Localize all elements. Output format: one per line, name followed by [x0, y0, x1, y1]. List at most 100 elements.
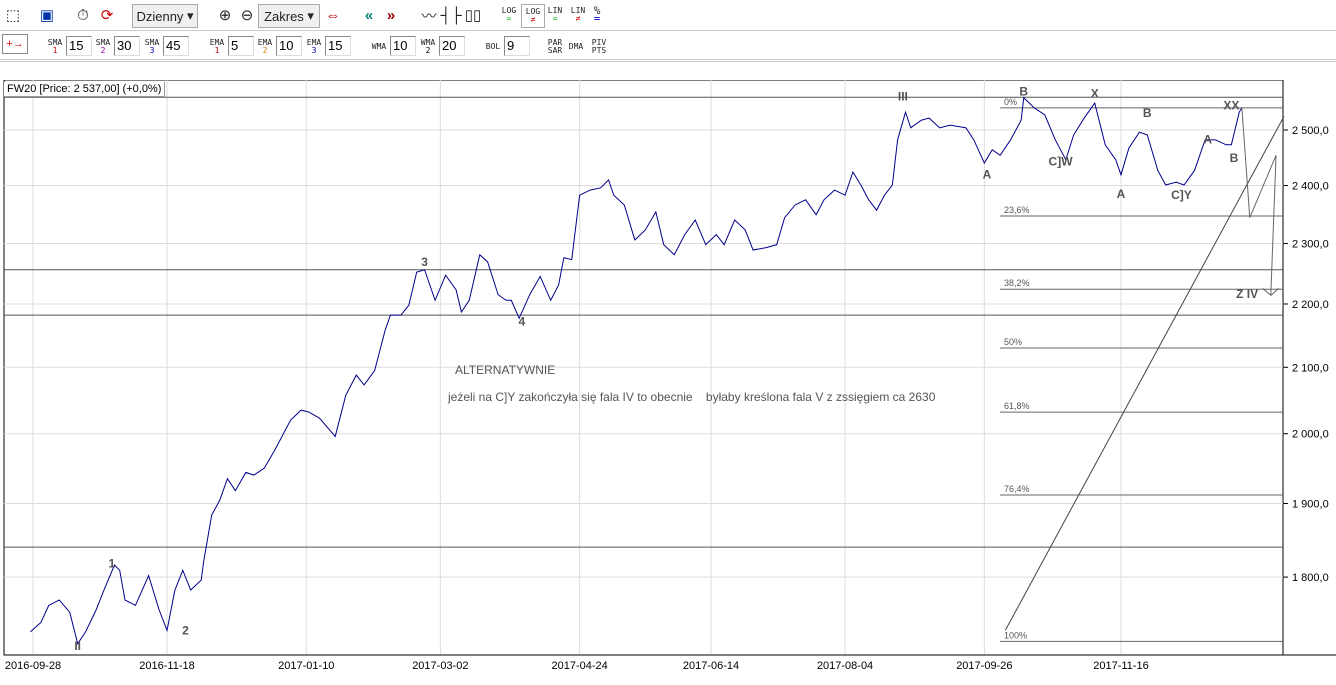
indicator-sub: 3 — [149, 46, 155, 55]
indicator-period-input[interactable]: 5 — [228, 36, 254, 56]
indicator-sub: 2 — [100, 46, 106, 55]
indicator-sma-button[interactable]: SMA 1 — [45, 36, 65, 58]
indicator-label: BOL — [485, 42, 501, 51]
range-dropdown[interactable]: Zakres ▾ — [258, 4, 320, 28]
x-tick-label: 2016-11-18 — [139, 660, 194, 672]
y-tick-label: 2 300,0 — [1292, 238, 1329, 250]
indicator-sma-button[interactable]: SMA 2 — [93, 36, 113, 58]
indicator-toolbar: +→ — [0, 31, 1336, 62]
wave-label: A — [983, 167, 992, 181]
ohlc-chart-icon[interactable]: ┤├ — [440, 4, 462, 26]
indicator-ema-button[interactable]: EMA 3 — [304, 36, 324, 58]
indicator-sub: 3 — [311, 46, 317, 55]
candlestick-chart-icon[interactable]: ▯▯ — [462, 4, 484, 26]
scroll-right-icon[interactable]: » — [380, 4, 402, 26]
wave-label: B — [1019, 84, 1028, 98]
fibonacci-level-label: 61,8% — [1004, 401, 1030, 411]
indicator-period-input[interactable]: 10 — [276, 36, 302, 56]
wave-label: III — [898, 90, 908, 104]
scroll-left-icon[interactable]: « — [358, 4, 380, 26]
x-tick-label: 2016-09-28 — [5, 660, 61, 672]
indicator-period-input[interactable]: 15 — [325, 36, 351, 56]
indicator-period-input[interactable]: 15 — [66, 36, 92, 56]
pivot-label: PTS — [591, 46, 607, 55]
wave-label: X — [1091, 86, 1099, 100]
period-value: Dzienny — [136, 8, 184, 24]
indicator-sub: 1 — [214, 46, 220, 55]
zoom-out-icon[interactable]: ⊖ — [236, 4, 258, 26]
indicator-ema-button[interactable]: EMA 1 — [207, 36, 227, 58]
pivot-points-button[interactable]: PIV PTS — [589, 36, 609, 58]
line-chart-icon[interactable]: 〰 — [418, 4, 440, 26]
wave-label: 3 — [421, 255, 428, 269]
x-tick-label: 2017-09-26 — [956, 660, 1012, 672]
y-tick-label: 2 100,0 — [1292, 362, 1329, 374]
add-indicator-icon[interactable]: +→ — [2, 34, 28, 54]
zoom-in-icon[interactable]: ⊕ — [214, 4, 236, 26]
fibonacci-level-label: 100% — [1004, 630, 1027, 640]
indicator-sub: 2 — [262, 46, 268, 55]
log-notequal-button[interactable]: LOG ≠ — [521, 4, 545, 28]
indicator-period-input[interactable]: 10 — [390, 36, 416, 56]
fibonacci-level-label: 0% — [1004, 97, 1017, 107]
new-window-icon[interactable]: ▣ — [36, 4, 58, 26]
x-tick-label: 2017-08-04 — [817, 660, 873, 672]
indicator-period-input[interactable]: 30 — [114, 36, 140, 56]
indicator-period-input[interactable]: 45 — [163, 36, 189, 56]
wave-label: C]Y — [1171, 188, 1192, 202]
indicator-sub: 1 — [52, 46, 58, 55]
y-tick-label: 2 500,0 — [1292, 125, 1329, 137]
wave-label: 1 — [108, 557, 115, 571]
wave-label: A — [1203, 132, 1212, 146]
chart-title: FW20 [Price: 2 537,00] (+0,0%) — [4, 82, 166, 97]
fibonacci-level-label: 23,6% — [1004, 205, 1030, 215]
x-tick-label: 2017-01-10 — [278, 660, 334, 672]
wave-label: 2 — [182, 623, 189, 637]
refresh-icon[interactable]: ⟳ — [96, 4, 118, 26]
annotation-wave-v: jeżeli na C]Y zakończyła się fala IV to … — [448, 390, 936, 404]
annotation-alternatywnie: ALTERNATYWNIE — [455, 363, 556, 377]
period-dropdown[interactable]: Dzienny ▾ — [132, 4, 198, 28]
indicator-period-input[interactable]: 9 — [504, 36, 530, 56]
fibonacci-level-label: 38,2% — [1004, 278, 1030, 288]
fibonacci-level-label: 76,4% — [1004, 484, 1030, 494]
wave-label: C]W — [1049, 154, 1074, 168]
x-tick-label: 2017-04-24 — [551, 660, 607, 672]
wave-label: B — [1143, 106, 1152, 120]
fit-range-icon[interactable]: ⇔ — [322, 4, 344, 26]
y-tick-label: 2 000,0 — [1292, 429, 1329, 441]
indicator-wma-button[interactable]: WMA 2 — [418, 36, 438, 58]
dma-label: DMA — [568, 42, 584, 51]
dma-button[interactable]: DMA — [566, 36, 586, 58]
y-tick-label: 2 200,0 — [1292, 299, 1329, 311]
percent-button[interactable]: % = — [589, 4, 605, 26]
wave-label: Z IV — [1236, 287, 1258, 301]
wave-label: XX — [1223, 99, 1239, 113]
wave-label: II — [74, 639, 81, 653]
x-tick-label: 2017-06-14 — [683, 660, 739, 672]
y-tick-label: 1 800,0 — [1292, 572, 1329, 584]
select-cursor-icon[interactable]: ⬚ — [2, 4, 24, 26]
indicator-wma-button[interactable]: WMA — [369, 36, 389, 58]
x-tick-label: 2017-03-02 — [412, 660, 468, 672]
main-toolbar: ⬚ ▣ ⏱ ⟳ Dzienny ▾ ⊕ ⊖ Zakres ▾ ⇔ « » 〰 ┤… — [0, 0, 1336, 31]
wave-label: A — [1117, 187, 1126, 201]
stopwatch-icon[interactable]: ⏱ — [72, 4, 94, 26]
lin-equal-button[interactable]: LIN = — [544, 4, 566, 26]
y-tick-label: 2 400,0 — [1292, 181, 1329, 193]
indicator-label: WMA — [371, 42, 387, 51]
parsar-button[interactable]: PAR SAR — [545, 36, 565, 58]
wave-label: B — [1230, 151, 1239, 165]
y-tick-label: 1 900,0 — [1292, 499, 1329, 511]
lin-notequal-button[interactable]: LIN ≠ — [567, 4, 589, 26]
indicator-sma-button[interactable]: SMA 3 — [142, 36, 162, 58]
range-value: Zakres — [264, 8, 304, 24]
price-chart[interactable]: 2016-09-28 2016-11-18 2017-01-10 2017-03-02… — [0, 80, 1336, 685]
x-tick-label: 2017-11-16 — [1093, 660, 1148, 672]
indicator-period-input[interactable]: 20 — [439, 36, 465, 56]
log-equal-button[interactable]: LOG = — [498, 4, 520, 26]
fibonacci-level-label: 50% — [1004, 337, 1022, 347]
indicator-ema-button[interactable]: EMA 2 — [255, 36, 275, 58]
indicator-bol-button[interactable]: BOL — [483, 36, 503, 58]
indicator-sub: 2 — [425, 46, 431, 55]
